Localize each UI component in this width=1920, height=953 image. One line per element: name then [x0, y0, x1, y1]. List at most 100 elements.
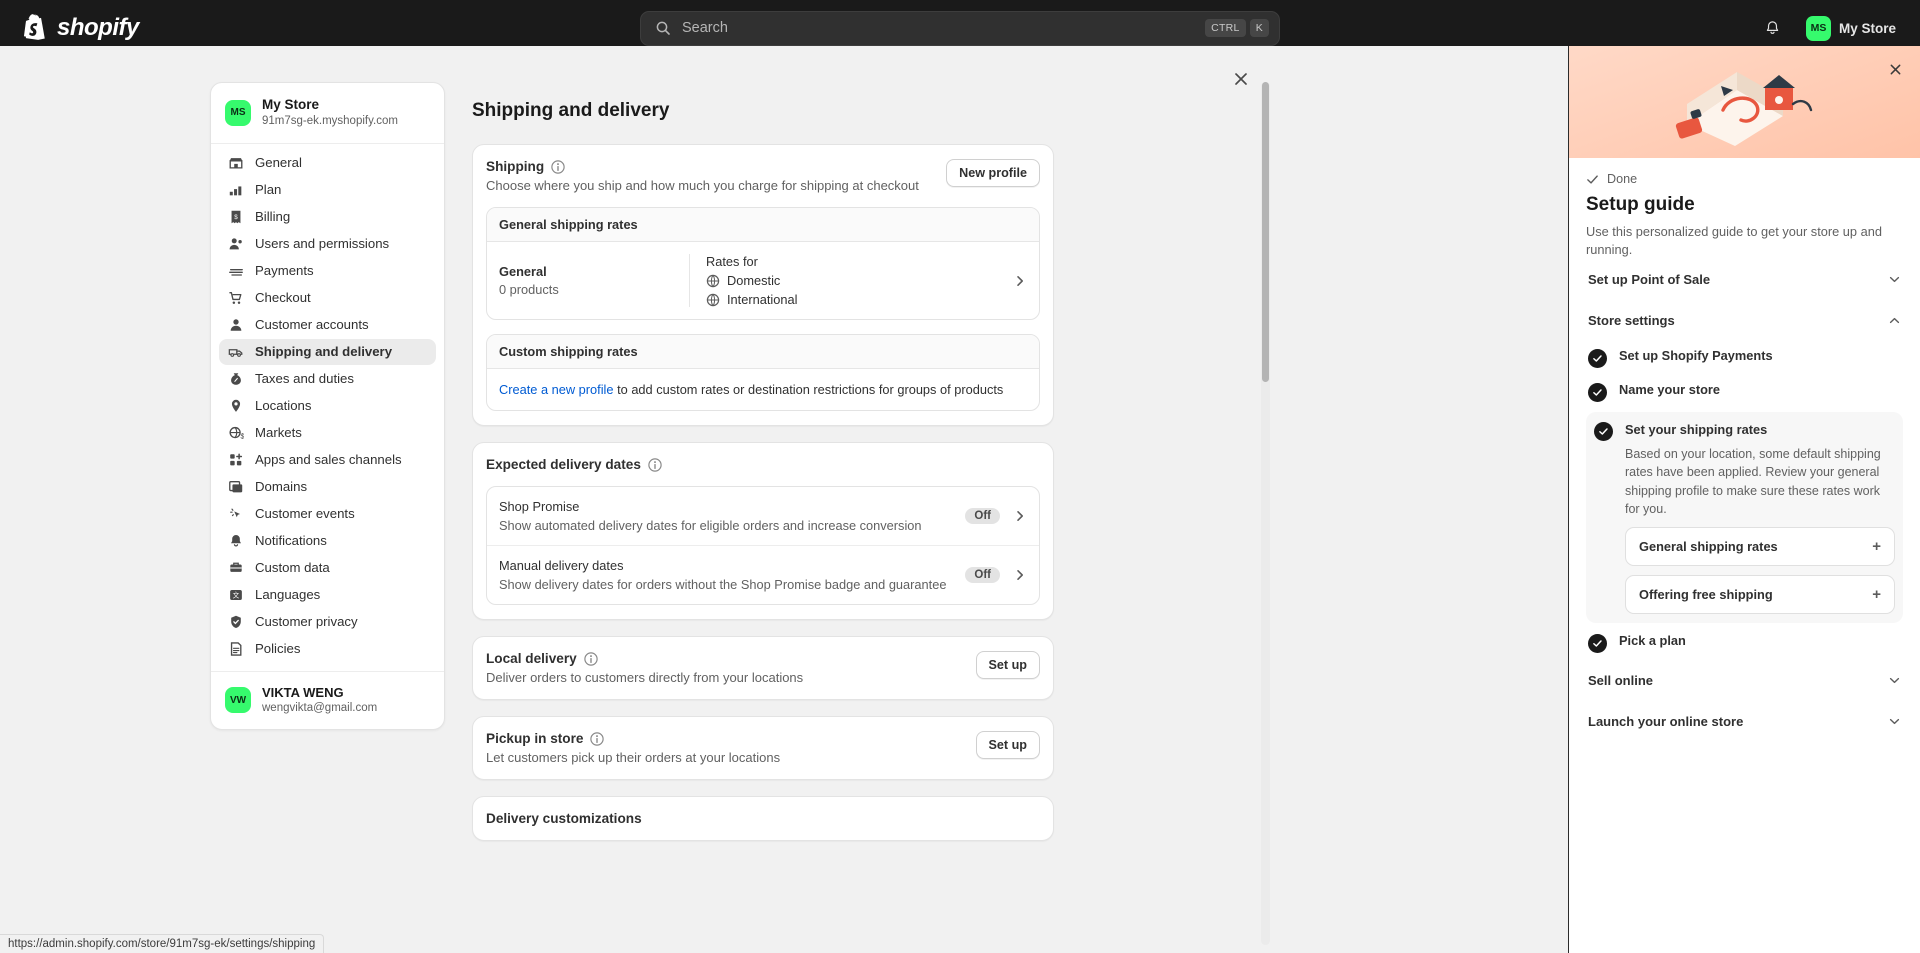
sidebar-item-domains[interactable]: Domains: [219, 474, 436, 500]
sidebar-item-general[interactable]: General: [219, 150, 436, 176]
close-settings-button[interactable]: [1226, 64, 1256, 94]
general-profile-row[interactable]: General 0 products Rates for Domestic In…: [487, 242, 1039, 319]
sidebar-store-header[interactable]: MS My Store 91m7sg-ek.myshopify.com: [211, 83, 444, 144]
search-bar[interactable]: CTRL K: [640, 10, 1280, 46]
sidebar-item-policies[interactable]: Policies: [219, 636, 436, 662]
sidebar-item-checkout[interactable]: Checkout: [219, 285, 436, 311]
sidebar-item-customer-privacy[interactable]: Customer privacy: [219, 609, 436, 635]
guide-section-point-of-sale[interactable]: Set up Point of Sale: [1586, 259, 1903, 300]
guide-section-label: Set up Point of Sale: [1588, 272, 1711, 288]
sidebar-item-billing[interactable]: $ Billing: [219, 204, 436, 230]
top-bar-right: MS My Store: [1758, 12, 1904, 45]
sidebar-item-label: Checkout: [255, 290, 311, 306]
guide-section-sell-online[interactable]: Sell online: [1586, 660, 1903, 701]
sidebar-item-label: Taxes and duties: [255, 371, 354, 387]
local-delivery-setup-button[interactable]: Set up: [975, 651, 1040, 679]
rate-domestic-row: Domestic: [706, 273, 1013, 288]
shop-promise-text: Shop Promise Show automated delivery dat…: [499, 499, 965, 533]
sidebar-item-customer-accounts[interactable]: Customer accounts: [219, 312, 436, 338]
sidebar-item-label: Plan: [255, 182, 282, 198]
info-icon[interactable]: [590, 731, 605, 746]
chevron-right-icon[interactable]: [1013, 568, 1027, 582]
guide-section-store-settings[interactable]: Store settings: [1586, 300, 1903, 341]
guide-subtile-general-shipping-rates[interactable]: General shipping rates +: [1625, 526, 1895, 566]
sidebar-item-customer-events[interactable]: Customer events: [219, 501, 436, 527]
local-delivery-title-row: Local delivery: [486, 651, 803, 666]
notifications-button[interactable]: [1758, 13, 1788, 43]
info-icon[interactable]: [648, 457, 662, 472]
guide-task-shopify-payments[interactable]: Set up Shopify Payments: [1586, 341, 1903, 375]
truck-icon: [227, 343, 244, 360]
cursor-icon: [227, 505, 244, 522]
guide-task-body: Based on your location, some default shi…: [1625, 447, 1881, 516]
kbd-k: K: [1249, 19, 1269, 37]
modal-scrollbar[interactable]: [1261, 82, 1270, 945]
pickup-setup-button[interactable]: Set up: [975, 731, 1040, 759]
search-box[interactable]: CTRL K: [640, 10, 1280, 46]
sidebar-item-languages[interactable]: 文 Languages: [219, 582, 436, 608]
sidebar-item-label: Billing: [255, 209, 291, 225]
chevron-down-icon: [1888, 273, 1901, 286]
status-bar-url: https://admin.shopify.com/store/91m7sg-e…: [0, 934, 325, 953]
sidebar-item-label: Domains: [255, 479, 308, 495]
shop-promise-row[interactable]: Shop Promise Show automated delivery dat…: [487, 487, 1039, 546]
info-icon[interactable]: [551, 159, 565, 174]
pickup-title-row: Pickup in store: [486, 731, 780, 746]
privacy-icon: [227, 613, 244, 630]
sidebar-item-apps-and-sales-channels[interactable]: Apps and sales channels: [219, 447, 436, 473]
manual-delivery-dates-row[interactable]: Manual delivery dates Show delivery date…: [487, 546, 1039, 604]
receipt-icon: $: [227, 208, 244, 225]
sidebar-item-label: Users and permissions: [255, 236, 390, 252]
store-icon: [227, 154, 244, 171]
chevron-right-icon[interactable]: [1013, 509, 1027, 523]
chart-icon: [227, 181, 244, 198]
sidebar-item-notifications[interactable]: Notifications: [219, 528, 436, 554]
guide-subtile-label: General shipping rates: [1639, 538, 1778, 554]
sidebar-user-footer[interactable]: VW VIKTA WENG wengvikta@gmail.com: [211, 670, 444, 729]
guide-subtile-offering-free-shipping[interactable]: Offering free shipping +: [1625, 574, 1895, 614]
profile-product-count: 0 products: [499, 282, 559, 297]
users-icon: [227, 235, 244, 252]
shipping-card-header: Shipping Choose where you ship and how m…: [486, 159, 1040, 193]
sidebar-item-users-and-permissions[interactable]: Users and permissions: [219, 231, 436, 257]
guide-task-pick-a-plan[interactable]: Pick a plan: [1586, 626, 1903, 660]
guide-section-launch-store[interactable]: Launch your online store: [1586, 701, 1903, 742]
setup-illustration: [1675, 72, 1813, 146]
setup-guide-panel: Done Setup guide Use this personalized g…: [1568, 46, 1920, 953]
store-menu-button[interactable]: MS My Store: [1802, 12, 1904, 45]
guide-section-label: Launch your online store: [1588, 713, 1744, 729]
expected-delivery-title-row: Expected delivery dates: [486, 457, 1040, 472]
shopify-logo[interactable]: shopify: [22, 14, 139, 42]
sidebar-item-custom-data[interactable]: Custom data: [219, 555, 436, 581]
tax-icon: [227, 370, 244, 387]
guide-task-shipping-rates[interactable]: Set your shipping rates Based on your lo…: [1586, 412, 1903, 623]
sidebar-item-markets[interactable]: $ Markets: [219, 420, 436, 446]
delivery-customizations-title: Delivery customizations: [486, 811, 642, 826]
guide-task-label: Set your shipping rates: [1625, 422, 1768, 438]
guide-task-label: Name your store: [1619, 382, 1720, 398]
search-input[interactable]: [682, 20, 1202, 36]
custom-shipping-rates-section: Custom shipping rates Create a new profi…: [486, 334, 1040, 411]
new-profile-button[interactable]: New profile: [946, 159, 1040, 187]
sidebar-item-shipping-and-delivery[interactable]: Shipping and delivery: [219, 338, 436, 365]
info-icon[interactable]: [583, 651, 598, 666]
sidebar-item-taxes-and-duties[interactable]: Taxes and duties: [219, 366, 436, 392]
sidebar-item-label: Customer privacy: [255, 614, 358, 630]
local-delivery-desc: Deliver orders to customers directly fro…: [486, 670, 804, 685]
chevron-right-icon[interactable]: [1013, 274, 1027, 288]
sidebar-item-locations[interactable]: Locations: [219, 393, 436, 419]
shipping-title-row: Shipping: [486, 159, 919, 174]
sidebar-item-plan[interactable]: Plan: [219, 177, 436, 203]
delivery-options-list: Shop Promise Show automated delivery dat…: [486, 486, 1040, 605]
svg-text:$: $: [234, 214, 238, 221]
sidebar-item-payments[interactable]: Payments: [219, 258, 436, 284]
check-circle-icon: [1588, 633, 1607, 653]
modal-scrollbar-thumb[interactable]: [1262, 82, 1269, 382]
custom-shipping-rates-header: Custom shipping rates: [487, 335, 1039, 369]
close-setup-guide-button[interactable]: [1883, 57, 1907, 81]
local-delivery-card: Local delivery Deliver orders to custome…: [472, 636, 1054, 700]
guide-task-name-your-store[interactable]: Name your store: [1586, 375, 1903, 409]
profile-name: General: [499, 264, 547, 279]
globe-icon: [706, 274, 720, 288]
create-new-profile-link[interactable]: Create a new profile: [499, 382, 614, 397]
